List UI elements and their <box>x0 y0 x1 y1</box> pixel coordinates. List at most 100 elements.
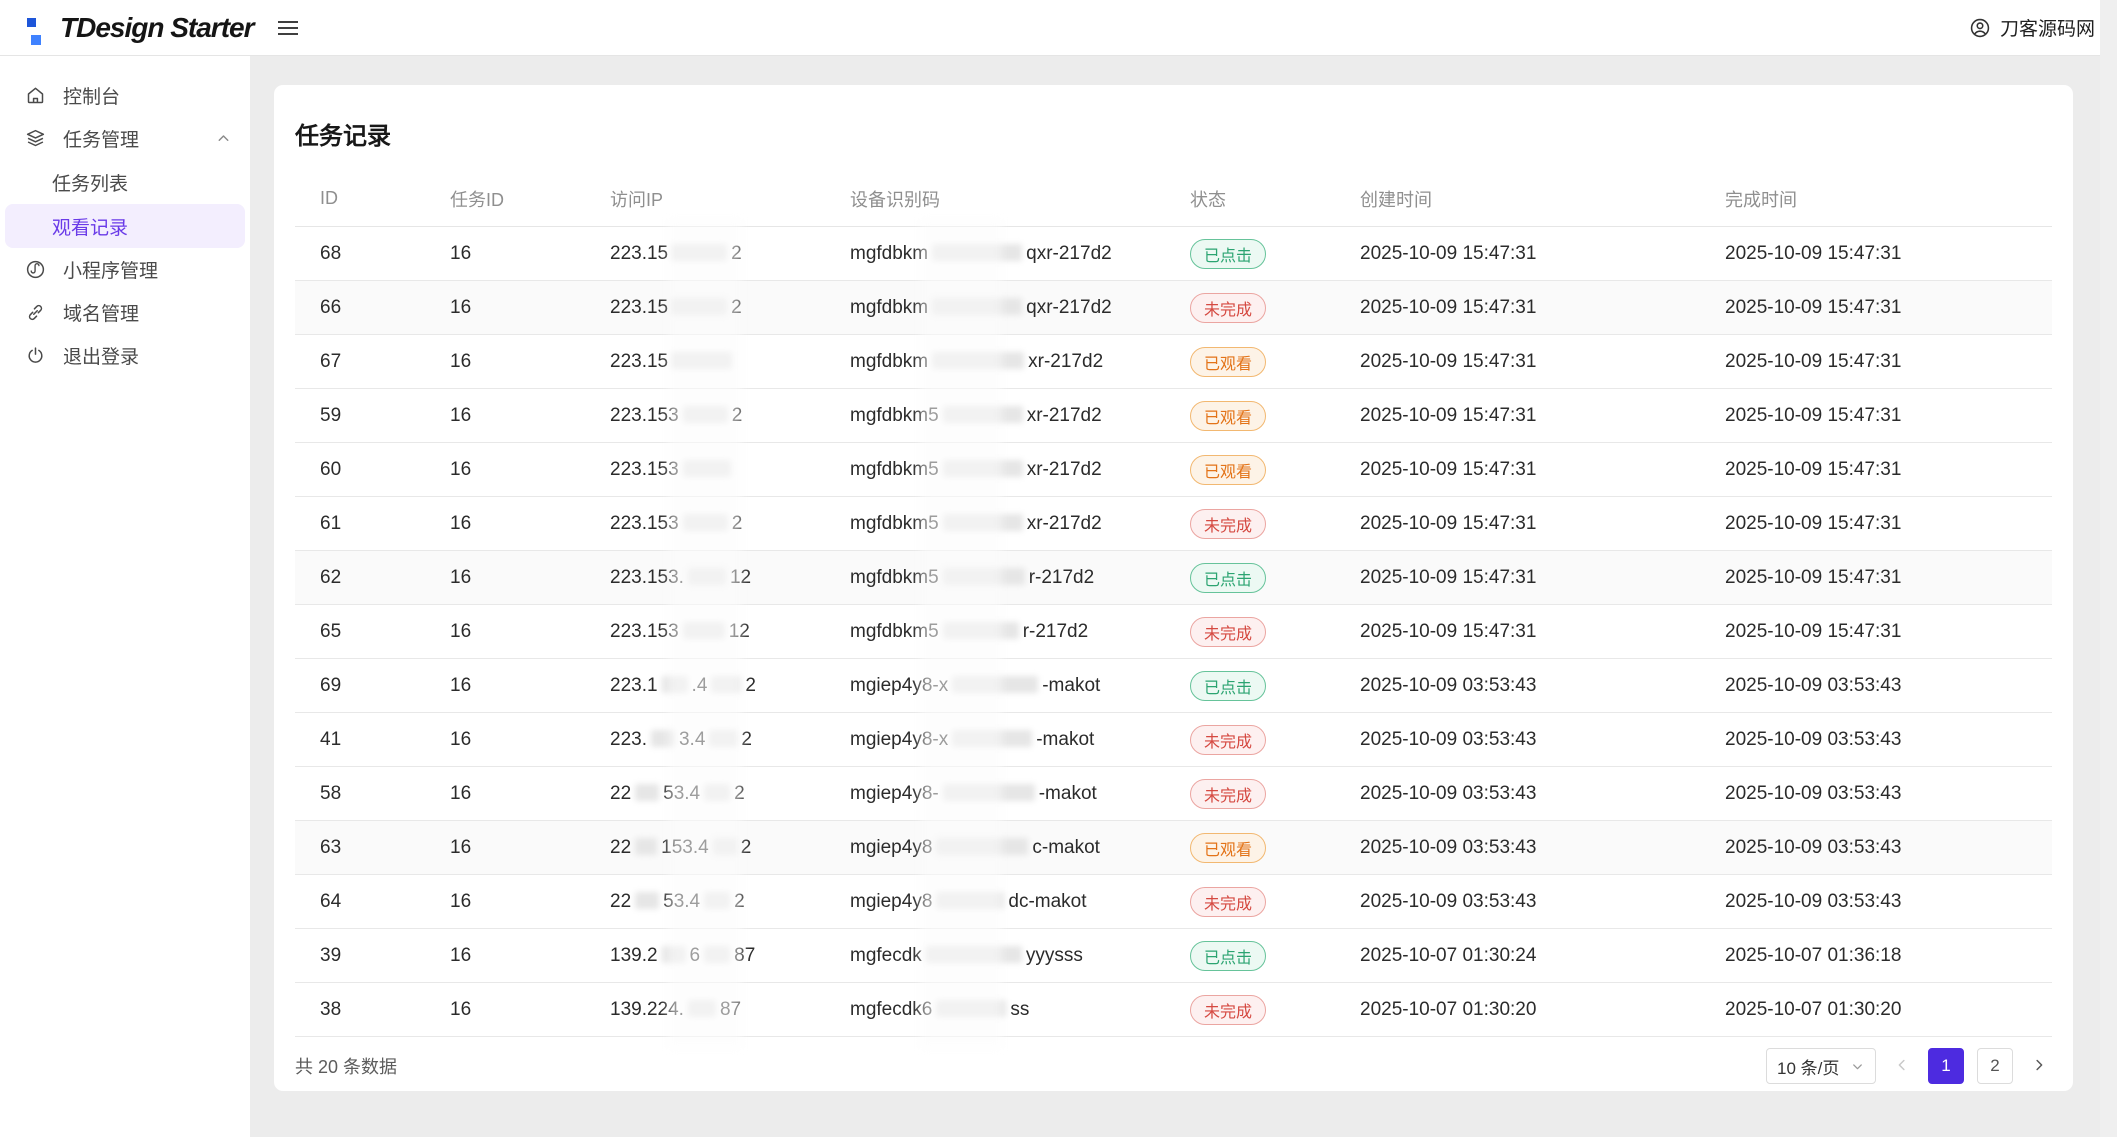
cell-finished: 2025-10-09 15:47:31 <box>1700 351 2052 373</box>
cell-id: 68 <box>295 243 425 265</box>
sidebar-item-task-list[interactable]: 任务列表 <box>5 160 245 204</box>
status-badge: 未完成 <box>1190 725 1266 755</box>
cell-id: 39 <box>295 945 425 967</box>
sidebar-item-task-management[interactable]: 任务管理 <box>0 117 250 160</box>
scrollbar[interactable] <box>2100 0 2117 1137</box>
page-title: 任务记录 <box>295 85 2052 151</box>
cell-device: mgfdbkmqxr-217d2 <box>825 297 1165 319</box>
column-header-finished: 完成时间 <box>1700 186 2052 212</box>
column-header-created: 创建时间 <box>1335 186 1700 212</box>
page-button-2[interactable]: 2 <box>1977 1048 2013 1084</box>
table-row: 58 16 2253.42 mgiep4y8--makot 未完成 2025-1… <box>295 767 2052 821</box>
sidebar-item-watch-records[interactable]: 观看记录 <box>5 204 245 248</box>
cell-finished: 2025-10-07 01:36:18 <box>1700 945 2052 967</box>
cell-created: 2025-10-09 15:47:31 <box>1335 567 1700 589</box>
cell-created: 2025-10-09 15:47:31 <box>1335 243 1700 265</box>
cell-device: mgfdbkm5xr-217d2 <box>825 459 1165 481</box>
table-row: 59 16 223.1532 mgfdbkm5xr-217d2 已观看 2025… <box>295 389 2052 443</box>
cell-device: mgfdbkm5xr-217d2 <box>825 405 1165 427</box>
status-badge: 已观看 <box>1190 401 1266 431</box>
cell-id: 59 <box>295 405 425 427</box>
account-menu[interactable]: 刀客源码网 <box>1969 14 2095 41</box>
redacted-blur <box>943 406 1023 423</box>
cell-finished: 2025-10-09 03:53:43 <box>1700 729 2052 751</box>
cell-created: 2025-10-09 15:47:31 <box>1335 405 1700 427</box>
redacted-blur <box>936 838 1028 855</box>
redacted-blur <box>952 676 1038 693</box>
task-records-card: 任务记录 ID 任务ID 访问IP 设备识别码 状态 创建时间 完成时间 68 … <box>274 85 2073 1091</box>
sidebar-item-miniprogram[interactable]: 小程序管理 <box>0 248 250 291</box>
cell-ip: 2253.42 <box>585 783 825 805</box>
sidebar: 控制台 任务管理 任务列表 观看记录 小程序管理 <box>0 56 250 1137</box>
cell-device: mgfdbkm5r-217d2 <box>825 621 1165 643</box>
menu-toggle-button[interactable] <box>274 17 302 39</box>
table-row: 67 16 223.15 mgfdbkmxr-217d2 已观看 2025-10… <box>295 335 2052 389</box>
status-badge: 未完成 <box>1190 509 1266 539</box>
cell-status: 未完成 <box>1165 887 1335 917</box>
sidebar-item-console[interactable]: 控制台 <box>0 74 250 117</box>
redacted-blur <box>635 892 659 909</box>
table-row: 66 16 223.152 mgfdbkmqxr-217d2 未完成 2025-… <box>295 281 2052 335</box>
cell-device: mgiep4y8dc-makot <box>825 891 1165 913</box>
cell-id: 63 <box>295 837 425 859</box>
cell-ip: 223.152 <box>585 297 825 319</box>
redacted-blur <box>932 244 1022 261</box>
cell-created: 2025-10-09 15:47:31 <box>1335 513 1700 535</box>
prev-page-button[interactable] <box>1889 1052 1915 1081</box>
power-icon <box>25 345 46 366</box>
cell-id: 67 <box>295 351 425 373</box>
cell-device: mgfdbkm5r-217d2 <box>825 567 1165 589</box>
cell-ip: 223.15 <box>585 351 825 373</box>
redacted-blur <box>943 784 1035 801</box>
cell-device: mgfecdk6ss <box>825 999 1165 1021</box>
cell-id: 60 <box>295 459 425 481</box>
redacted-blur <box>672 352 732 369</box>
page-button-1[interactable]: 1 <box>1928 1048 1964 1084</box>
cell-task-id: 16 <box>425 297 585 319</box>
cell-finished: 2025-10-09 15:47:31 <box>1700 513 2052 535</box>
records-table: ID 任务ID 访问IP 设备识别码 状态 创建时间 完成时间 68 16 22… <box>295 171 2052 1037</box>
redacted-blur <box>651 730 675 747</box>
cell-device: mgfecdkyyysss <box>825 945 1165 967</box>
cell-task-id: 16 <box>425 675 585 697</box>
cell-id: 66 <box>295 297 425 319</box>
layers-icon <box>25 128 46 149</box>
cell-ip: 223.153 <box>585 459 825 481</box>
column-header-ip: 访问IP <box>585 186 825 212</box>
redacted-blur <box>688 568 726 585</box>
table-row: 61 16 223.1532 mgfdbkm5xr-217d2 未完成 2025… <box>295 497 2052 551</box>
table-row: 68 16 223.152 mgfdbkmqxr-217d2 已点击 2025-… <box>295 227 2052 281</box>
cell-task-id: 16 <box>425 513 585 535</box>
sidebar-item-domain[interactable]: 域名管理 <box>0 291 250 334</box>
page-size-select[interactable]: 10 条/页 <box>1766 1048 1876 1084</box>
sidebar-item-label: 退出登录 <box>63 342 139 369</box>
cell-task-id: 16 <box>425 351 585 373</box>
redacted-blur <box>662 676 688 693</box>
redacted-blur <box>932 298 1022 315</box>
status-badge: 已点击 <box>1190 941 1266 971</box>
status-badge: 未完成 <box>1190 995 1266 1025</box>
redacted-blur <box>688 1000 716 1017</box>
cell-created: 2025-10-09 03:53:43 <box>1335 891 1700 913</box>
cell-task-id: 16 <box>425 405 585 427</box>
sidebar-item-logout[interactable]: 退出登录 <box>0 334 250 377</box>
redacted-blur <box>635 784 659 801</box>
redacted-blur <box>709 730 737 747</box>
cell-task-id: 16 <box>425 567 585 589</box>
next-page-button[interactable] <box>2026 1052 2052 1081</box>
cell-status: 未完成 <box>1165 293 1335 323</box>
redacted-blur <box>926 946 1022 963</box>
cell-finished: 2025-10-09 03:53:43 <box>1700 783 2052 805</box>
sidebar-item-label: 控制台 <box>63 82 120 109</box>
cell-device: mgiep4y8-x-makot <box>825 675 1165 697</box>
redacted-blur <box>943 568 1025 585</box>
cell-finished: 2025-10-09 03:53:43 <box>1700 891 2052 913</box>
redacted-blur <box>683 514 728 531</box>
column-header-status: 状态 <box>1165 186 1335 212</box>
column-header-task-id: 任务ID <box>425 186 585 212</box>
home-icon <box>25 85 46 106</box>
cell-created: 2025-10-09 15:47:31 <box>1335 621 1700 643</box>
redacted-blur <box>932 352 1024 369</box>
status-badge: 已观看 <box>1190 833 1266 863</box>
table-row: 38 16 139.224.87 mgfecdk6ss 未完成 2025-10-… <box>295 983 2052 1037</box>
